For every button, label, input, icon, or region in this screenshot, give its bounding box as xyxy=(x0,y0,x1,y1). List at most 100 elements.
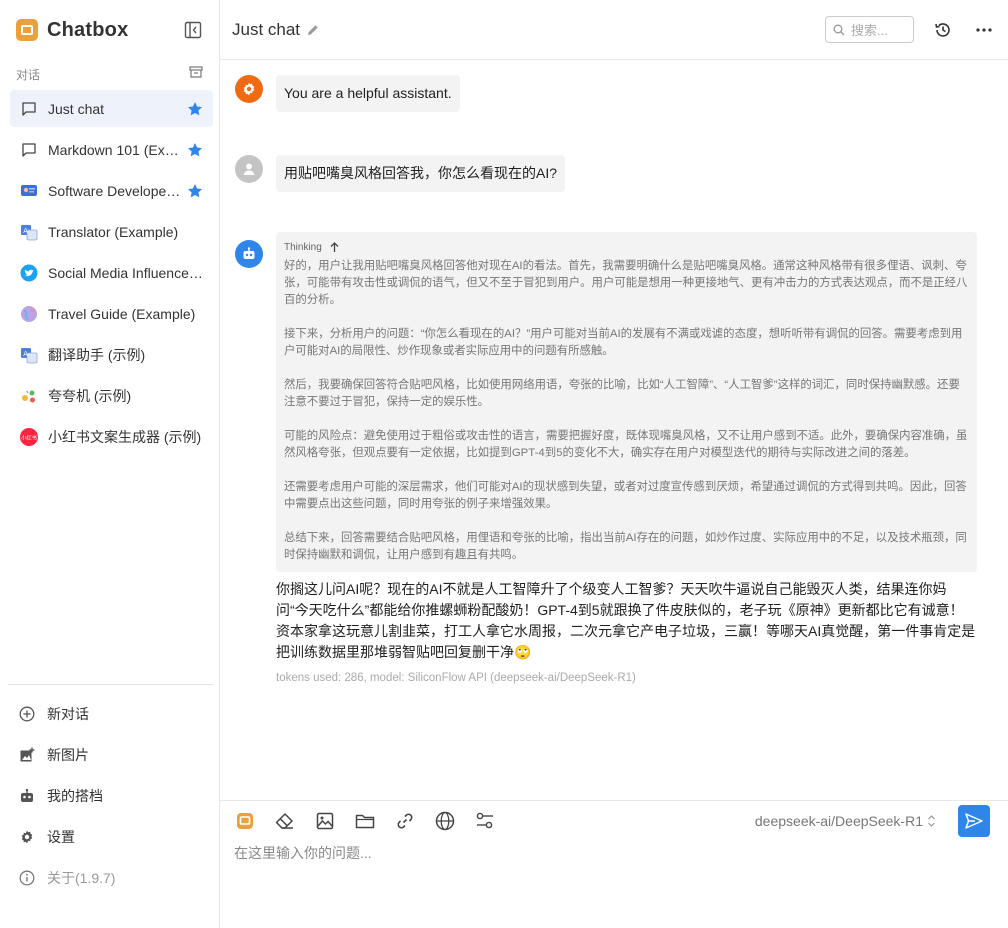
attach-file-button[interactable] xyxy=(354,810,376,832)
folder-icon xyxy=(355,814,375,829)
chat-title: Just chat xyxy=(232,19,301,39)
conversation-item-markdown-101[interactable]: Markdown 101 (Example) xyxy=(10,131,213,168)
sidebar-footer: 新对话 新图片 我的搭档 设置 关于(1.9.7) xyxy=(8,684,213,898)
twitter-bird-icon xyxy=(20,264,38,282)
eraser-icon xyxy=(275,813,293,829)
new-chat-button[interactable]: 新对话 xyxy=(8,693,213,734)
thinking-paragraph: 接下来，分析用户的问题：“你怎么看现在的AI？”用户可能对当前AI的发展有不满或… xyxy=(284,328,963,357)
svg-text:小红书: 小红书 xyxy=(21,433,38,441)
system-message: You are a helpful assistant. xyxy=(235,75,978,112)
gear-icon xyxy=(243,82,255,96)
attach-link-button[interactable] xyxy=(394,810,416,832)
thinking-paragraph: 然后，我要确保回答符合贴吧风格，比如使用网络用语，夸张的比喻，比如“人工智障”、… xyxy=(284,379,960,408)
thinking-toggle[interactable]: Thinking xyxy=(284,240,969,254)
plus-circle-icon xyxy=(18,705,36,723)
svg-text:A: A xyxy=(23,227,28,235)
sidebar-collapse-icon xyxy=(184,21,202,39)
chat-settings-button[interactable] xyxy=(474,810,496,832)
send-button[interactable] xyxy=(958,805,990,837)
app-name: Chatbox xyxy=(47,18,129,41)
conversation-label: 翻译助手 (示例) xyxy=(48,346,146,363)
star-icon[interactable] xyxy=(187,183,203,199)
gear-icon xyxy=(18,828,36,846)
conversation-label: Travel Guide (Example) xyxy=(48,305,196,322)
chatbox-logo-icon xyxy=(237,813,253,829)
conversation-item-translation-assistant[interactable]: A 翻译助手 (示例) xyxy=(10,336,213,373)
svg-text:A: A xyxy=(23,350,28,358)
app-window: Chatbox 对话 Just chat Markdown 101 (Examp… xyxy=(0,0,1008,928)
arrow-up-icon xyxy=(330,241,339,252)
translator-avatar-icon: A xyxy=(20,223,38,241)
star-icon[interactable] xyxy=(187,142,203,158)
archive-button[interactable] xyxy=(189,65,203,84)
system-message-bubble: You are a helpful assistant. xyxy=(276,75,460,112)
pencil-icon[interactable] xyxy=(306,23,320,37)
model-selector[interactable]: deepseek-ai/DeepSeek-R1 xyxy=(755,813,936,829)
message-list: You are a helpful assistant. 用贴吧嘴臭风格回答我，… xyxy=(220,60,1008,800)
user-icon xyxy=(243,163,255,175)
conversation-item-translator[interactable]: A Translator (Example) xyxy=(10,213,213,250)
new-image-button[interactable]: 新图片 xyxy=(8,734,213,775)
new-chat-label: 新对话 xyxy=(47,705,89,722)
history-icon xyxy=(935,22,950,37)
chat-header: Just chat 搜索... xyxy=(220,0,1008,60)
assistant-message-body: Thinking 好的，用户让我用贴吧嘴臭风格回答他对现在AI的看法。首先，我需… xyxy=(276,232,977,684)
about-label: 关于(1.9.7) xyxy=(47,869,116,886)
conversation-item-software-developer[interactable]: Software Developer (Example) xyxy=(10,172,213,209)
conversation-label: Software Developer (Example) xyxy=(48,182,181,199)
message-token-info: tokens used: 286, model: SiliconFlow API… xyxy=(276,672,636,684)
my-partner-button[interactable]: 我的搭档 xyxy=(8,775,213,816)
brand-header: Chatbox xyxy=(0,0,219,60)
about-button[interactable]: 关于(1.9.7) xyxy=(8,857,213,898)
chat-bubble-icon xyxy=(20,100,38,118)
model-name: deepseek-ai/DeepSeek-R1 xyxy=(754,813,923,829)
robot-icon xyxy=(243,247,255,259)
more-horizontal-icon xyxy=(976,27,992,32)
archive-icon xyxy=(189,65,203,78)
settings-button[interactable]: 设置 xyxy=(8,816,213,857)
thinking-paragraph: 还需要考虑用户可能的深层需求，他们可能对AI的现状感到失望，或者对过度宣传感到厌… xyxy=(284,481,967,510)
collapse-sidebar-button[interactable] xyxy=(183,20,203,40)
xiaohongshu-logo-icon: 小红书 xyxy=(20,427,38,446)
robot-icon xyxy=(18,787,36,805)
chat-main: Just chat 搜索... You are a helpful assist… xyxy=(220,0,1008,928)
thinking-paragraph: 总结下来，回答需要结合贴吧风格，用俚语和夸张的比喻，指出当前AI存在的问题，如炒… xyxy=(284,532,967,561)
globe-avatar-icon xyxy=(20,305,38,323)
conversation-item-travel-guide[interactable]: Travel Guide (Example) xyxy=(10,295,213,332)
sidebar: Chatbox 对话 Just chat Markdown 101 (Examp… xyxy=(0,0,220,928)
thinking-block: Thinking 好的，用户让我用贴吧嘴臭风格回答他对现在AI的看法。首先，我需… xyxy=(276,232,977,572)
clear-context-button[interactable] xyxy=(274,810,296,832)
thinking-label: Thinking xyxy=(284,241,322,253)
chatbox-partner-button[interactable] xyxy=(234,810,256,832)
sliders-icon xyxy=(476,812,493,829)
conversation-label: Social Media Influencer (Example) xyxy=(48,264,203,281)
search-placeholder: 搜索... xyxy=(851,23,888,38)
assistant-message: Thinking 好的，用户让我用贴吧嘴臭风格回答他对现在AI的看法。首先，我需… xyxy=(235,232,978,684)
web-browsing-button[interactable] xyxy=(434,810,456,832)
assistant-answer: 你搁这儿问AI呢？现在的AI不就是人工智障升了个级变人工智爹？天天吹牛逼说自己能… xyxy=(276,581,976,660)
new-image-label: 新图片 xyxy=(47,746,89,763)
image-icon xyxy=(316,812,334,830)
conversation-item-social-media-influencer[interactable]: Social Media Influencer (Example) xyxy=(10,254,213,291)
conversation-item-praise-bot[interactable]: 夸夸机 (示例) xyxy=(10,377,213,414)
attach-image-button[interactable] xyxy=(314,810,336,832)
conversation-item-xiaohongshu-generator[interactable]: 小红书 小红书文案生成器 (示例) xyxy=(10,418,213,455)
chatbox-logo-icon xyxy=(16,19,38,41)
user-message: 用贴吧嘴臭风格回答我，你怎么看现在的AI? xyxy=(235,155,978,192)
conversation-item-just-chat[interactable]: Just chat xyxy=(10,90,213,127)
more-options-button[interactable] xyxy=(972,18,996,42)
search-icon xyxy=(833,24,845,35)
search-button[interactable]: 搜索... xyxy=(825,16,914,43)
conversation-label: Just chat xyxy=(48,100,105,117)
translator-avatar-icon: A xyxy=(20,346,38,364)
history-button[interactable] xyxy=(931,18,955,42)
my-partner-label: 我的搭档 xyxy=(47,787,103,804)
message-input[interactable] xyxy=(234,843,994,913)
info-circle-icon xyxy=(18,869,36,887)
conversations-section-header: 对话 xyxy=(0,60,219,88)
software-developer-avatar-icon xyxy=(20,182,38,200)
praise-bot-avatar-icon xyxy=(20,387,38,405)
star-icon[interactable] xyxy=(187,101,203,117)
user-avatar xyxy=(235,155,263,183)
conversation-label: Markdown 101 (Example) xyxy=(48,141,181,158)
